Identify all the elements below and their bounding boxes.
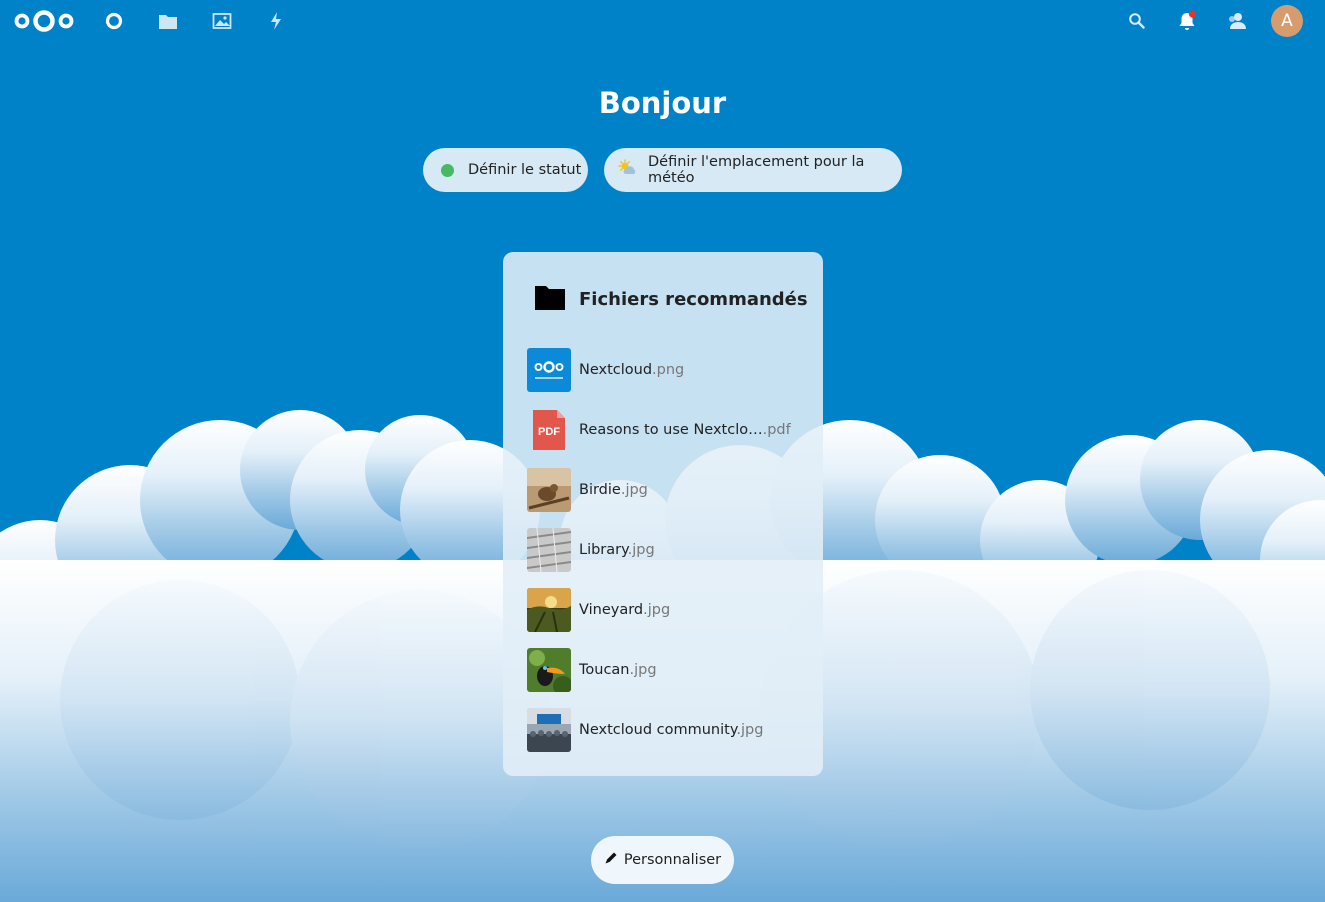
- file-extension: .pdf: [762, 422, 791, 438]
- avatar[interactable]: A: [1271, 5, 1303, 37]
- community-photo-thumbnail: [527, 708, 571, 752]
- header-bar: A: [0, 0, 1325, 42]
- file-item-birdie-jpg[interactable]: Birdie.jpg: [527, 468, 807, 512]
- set-weather-location-label: Définir l'emplacement pour la météo: [648, 154, 865, 186]
- file-extension: .jpg: [736, 722, 764, 738]
- notifications-icon[interactable]: [1175, 0, 1199, 42]
- customize-button[interactable]: Personnaliser: [591, 836, 734, 884]
- file-item-nextcloud-community-jpg[interactable]: Nextcloud community.jpg: [527, 708, 807, 752]
- weather-sun-cloud-icon: [618, 159, 638, 181]
- widget-title: Fichiers recommandés: [579, 288, 808, 310]
- status-dot-icon: [441, 163, 454, 177]
- file-extension: .jpg: [643, 602, 671, 618]
- file-name: Birdie: [579, 482, 621, 498]
- set-status-button[interactable]: Définir le statut: [423, 148, 588, 192]
- nextcloud-logo-thumbnail: [527, 348, 571, 392]
- set-weather-location-button[interactable]: Définir l'emplacement pour la météo: [604, 148, 902, 192]
- set-status-label: Définir le statut: [468, 162, 582, 178]
- toucan-photo-thumbnail: [527, 648, 571, 692]
- pdf-icon: PDF: [527, 408, 571, 452]
- file-item-library-jpg[interactable]: Library.jpg: [527, 528, 807, 572]
- greeting-heading: Bonjour: [598, 86, 727, 120]
- folder-icon: [535, 284, 579, 314]
- file-name: Nextcloud community: [579, 722, 737, 738]
- birdie-photo-thumbnail: [527, 468, 571, 512]
- file-extension: .jpg: [620, 482, 648, 498]
- nextcloud-logo-icon[interactable]: [12, 0, 76, 42]
- file-name: Nextcloud: [579, 362, 653, 378]
- file-list: Nextcloud.png PDF Reasons to use Nextclo…: [527, 348, 807, 768]
- file-extension: .jpg: [627, 542, 655, 558]
- file-name: Reasons to use Nextclo…: [579, 422, 763, 438]
- activity-icon[interactable]: [264, 0, 288, 42]
- recommended-files-widget: Fichiers recommandés Nextcloud.png PDF R…: [503, 252, 823, 776]
- file-item-reasons-pdf[interactable]: PDF Reasons to use Nextclo….pdf: [527, 408, 807, 452]
- customize-label: Personnaliser: [623, 852, 722, 868]
- file-name: Toucan: [579, 662, 630, 678]
- file-item-vineyard-jpg[interactable]: Vineyard.jpg: [527, 588, 807, 632]
- widget-header: Fichiers recommandés: [535, 284, 808, 314]
- library-photo-thumbnail: [527, 528, 571, 572]
- files-icon[interactable]: [156, 0, 180, 42]
- photos-icon[interactable]: [210, 0, 234, 42]
- pencil-icon: [604, 851, 624, 869]
- file-name: Library: [579, 542, 628, 558]
- vineyard-photo-thumbnail: [527, 588, 571, 632]
- search-icon[interactable]: [1125, 0, 1149, 42]
- file-item-nextcloud-png[interactable]: Nextcloud.png: [527, 348, 807, 392]
- svg-text:PDF: PDF: [538, 426, 560, 438]
- file-extension: .png: [652, 362, 685, 378]
- contacts-icon[interactable]: [1225, 0, 1249, 42]
- file-extension: .jpg: [629, 662, 657, 678]
- file-item-toucan-jpg[interactable]: Toucan.jpg: [527, 648, 807, 692]
- file-name: Vineyard: [579, 602, 644, 618]
- dashboard-icon[interactable]: [102, 0, 126, 42]
